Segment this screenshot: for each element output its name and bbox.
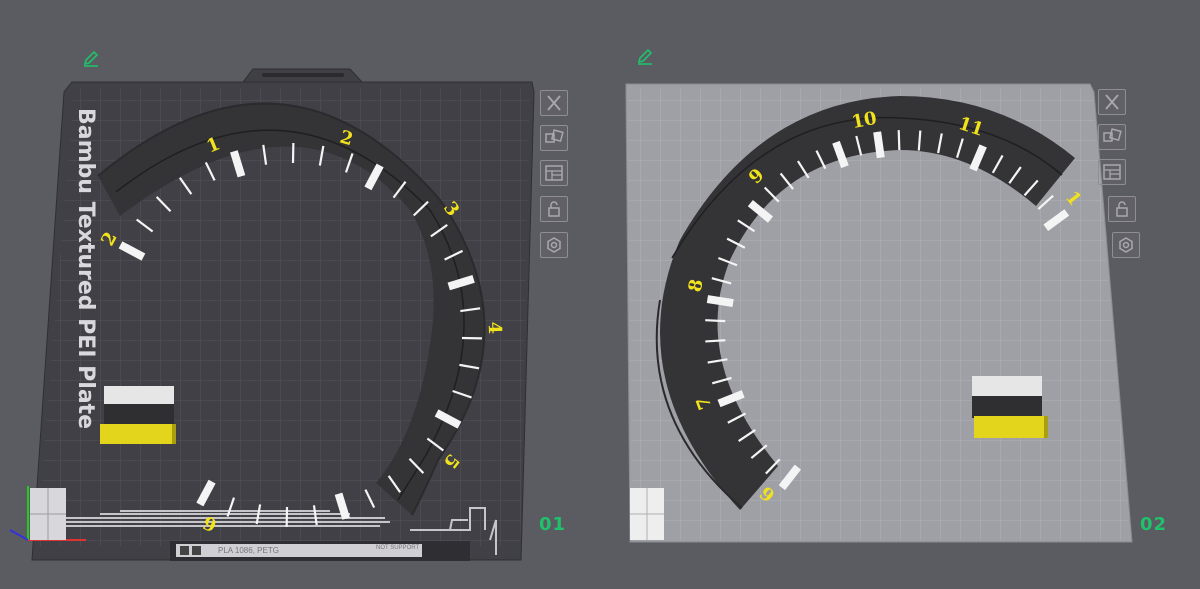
plate-2-number: 02	[1140, 514, 1168, 535]
plate-1-strip-text: PLA 1086, PETG	[218, 546, 279, 555]
close-icon	[547, 95, 561, 111]
edit-plate-1-icon[interactable]	[82, 50, 100, 68]
settings-icon	[547, 237, 561, 253]
dial-minor-tick	[705, 319, 726, 323]
plate-2-arrange-button[interactable]	[1098, 124, 1126, 150]
settings-icon	[1119, 237, 1133, 253]
dial-minor-tick	[705, 339, 726, 343]
layout-icon	[1103, 164, 1121, 180]
lock-icon	[548, 201, 560, 217]
color-swatch-part-2[interactable]	[972, 376, 1048, 438]
origin-tile-2	[630, 488, 664, 540]
plate-1-lock-button[interactable]	[540, 196, 568, 222]
origin-tile-1	[30, 488, 66, 540]
dial-hour-label: 4	[484, 321, 505, 334]
plate-1-type-label: Bambu Textured PEI Plate	[73, 108, 98, 430]
build-scene[interactable]: 21 23456 10 1116789	[0, 0, 1200, 589]
plate-1-arrange-button[interactable]	[540, 125, 568, 151]
close-icon	[1105, 94, 1119, 110]
plate-2-lock-button[interactable]	[1108, 196, 1136, 222]
plate-2-layout-button[interactable]	[1098, 159, 1126, 185]
dial-major-tick	[706, 295, 734, 308]
plate-1-layout-button[interactable]	[540, 160, 568, 186]
plate-2-close-button[interactable]	[1098, 89, 1126, 115]
plate-2-settings-button[interactable]	[1112, 232, 1140, 258]
dial-minor-tick	[897, 130, 901, 151]
lock-icon	[1116, 201, 1128, 217]
dial-minor-tick	[917, 130, 922, 151]
layout-icon	[545, 165, 563, 181]
edit-plate-2-icon[interactable]	[636, 48, 654, 66]
arrange-icon	[545, 129, 564, 143]
plate-1-strip-text-small: NOT SUPPORT	[376, 545, 420, 551]
plate-1-close-button[interactable]	[540, 90, 568, 116]
color-swatch-part-1[interactable]	[100, 386, 176, 444]
plate-1-settings-button[interactable]	[540, 232, 568, 258]
plate-1-number: 01	[539, 514, 567, 535]
arrange-icon	[1103, 128, 1122, 142]
